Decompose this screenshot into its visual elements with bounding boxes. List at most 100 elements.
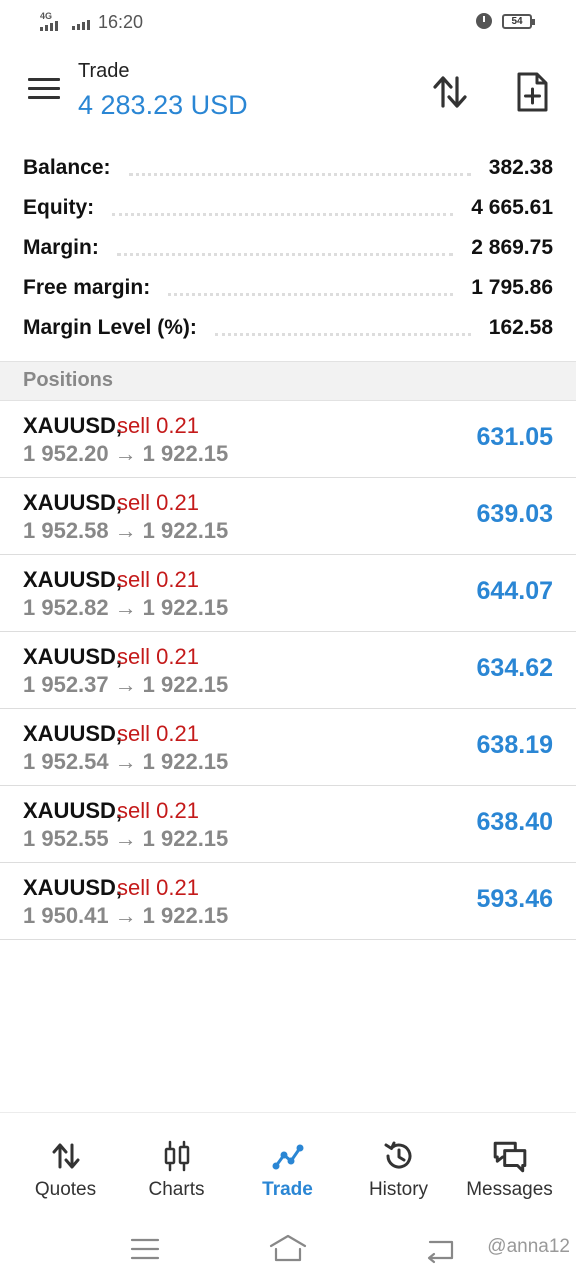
open-price: 1 952.82	[23, 595, 109, 620]
arrow-icon: →	[114, 749, 137, 774]
battery-icon: 54	[502, 13, 535, 29]
position-prices: 1 950.41 → 1 922.15	[23, 903, 228, 929]
history-icon	[384, 1141, 411, 1169]
position-symbol: XAUUSD,	[23, 798, 123, 823]
sort-icon[interactable]	[430, 72, 470, 112]
position-row[interactable]: XAUUSD, sell 0.21 1 952.82 → 1 922.15 644.…	[0, 555, 576, 632]
watermark: @anna12	[487, 1236, 570, 1257]
position-row[interactable]: XAUUSD, sell 0.21 1 952.54 → 1 922.15 638.…	[0, 709, 576, 786]
open-price: 1 952.58	[23, 518, 109, 543]
charts-icon	[164, 1140, 189, 1172]
summary-label: Free margin:	[23, 276, 151, 299]
nav-label: Messages	[466, 1179, 553, 1200]
nav-item-trade[interactable]: Trade	[230, 1113, 345, 1213]
menu-icon[interactable]	[28, 78, 60, 102]
position-row[interactable]: XAUUSD, sell 0.21 1 952.55 → 1 922.15 638.…	[0, 786, 576, 863]
open-price: 1 952.37	[23, 672, 109, 697]
position-symbol: XAUUSD,	[23, 644, 123, 669]
position-side: sell 0.21	[117, 413, 199, 438]
summary-row-balance: Balance: 382.38	[0, 148, 576, 188]
position-symbol: XAUUSD,	[23, 875, 123, 900]
position-row[interactable]: XAUUSD, sell 0.21 1 950.41 → 1 922.15 593.…	[0, 863, 576, 940]
summary-row-margin: Margin: 2 869.75	[0, 228, 576, 268]
position-row[interactable]: XAUUSD, sell 0.21 1 952.20 → 1 922.15 631.…	[0, 401, 576, 478]
trade-icon	[272, 1144, 303, 1170]
nav-item-history[interactable]: History	[341, 1113, 456, 1213]
position-side: sell 0.21	[117, 875, 199, 900]
position-profit: 638.19	[476, 731, 553, 759]
nav-item-quotes[interactable]: Quotes	[8, 1113, 123, 1213]
summary-value: 2 869.75	[471, 236, 553, 259]
positions-section-header: Positions	[0, 361, 576, 401]
position-profit: 638.40	[476, 808, 553, 836]
open-price: 1 952.20	[23, 441, 109, 466]
system-nav-bar: @anna12	[0, 1218, 576, 1280]
summary-label: Balance:	[23, 156, 111, 179]
summary-label: Equity:	[23, 196, 95, 219]
position-row[interactable]: XAUUSD, sell 0.21 1 952.58 → 1 922.15 639.…	[0, 478, 576, 555]
arrow-icon: →	[114, 595, 137, 620]
summary-value: 162.58	[488, 316, 553, 339]
current-price: 1 922.15	[142, 595, 229, 620]
arrow-icon: →	[114, 672, 137, 697]
summary-label: Margin Level (%):	[23, 316, 197, 339]
open-price: 1 952.54	[23, 749, 109, 774]
battery-level: 54	[511, 15, 523, 27]
status-bar: 4G 16:20 54	[0, 0, 576, 44]
cellular-signal-icon	[72, 16, 90, 30]
arrow-icon: →	[114, 903, 137, 928]
current-price: 1 922.15	[142, 826, 229, 851]
summary-label: Margin:	[23, 236, 99, 259]
position-profit: 631.05	[476, 423, 553, 451]
position-row[interactable]: XAUUSD, sell 0.21 1 952.37 → 1 922.15 634.…	[0, 632, 576, 709]
summary-row-margin-level: Margin Level (%): 162.58	[0, 308, 576, 348]
position-profit: 639.03	[476, 500, 553, 528]
nav-label: History	[368, 1179, 429, 1200]
current-price: 1 922.15	[142, 749, 229, 774]
position-side: sell 0.21	[117, 567, 199, 592]
arrow-icon: →	[114, 518, 137, 543]
dotted-leader	[214, 332, 471, 336]
nav-label: Quotes	[34, 1179, 97, 1200]
position-profit: 644.07	[476, 577, 553, 605]
account-amount: 4 283.23 USD	[78, 90, 248, 120]
dotted-leader	[116, 252, 454, 256]
position-side: sell 0.21	[117, 644, 199, 669]
home-icon[interactable]	[268, 1232, 308, 1266]
summary-row-equity: Equity: 4 665.61	[0, 188, 576, 228]
position-profit: 593.46	[476, 885, 553, 913]
position-side: sell 0.21	[117, 490, 199, 515]
current-price: 1 922.15	[142, 441, 229, 466]
position-prices: 1 952.55 → 1 922.15	[23, 826, 228, 852]
position-prices: 1 952.82 → 1 922.15	[23, 595, 228, 621]
account-summary: Balance: 382.38 Equity: 4 665.61 Margin:…	[0, 148, 576, 348]
quotes-icon	[52, 1143, 79, 1169]
nav-label: Charts	[148, 1179, 205, 1200]
cellular-4g-icon: 4G	[40, 11, 66, 31]
position-symbol: XAUUSD,	[23, 413, 123, 438]
position-symbol: XAUUSD,	[23, 490, 123, 515]
alarm-icon	[476, 13, 492, 29]
positions-header-label: Positions	[23, 369, 114, 391]
summary-value: 1 795.86	[471, 276, 553, 299]
back-icon[interactable]	[422, 1232, 462, 1266]
dotted-leader	[112, 212, 454, 216]
position-prices: 1 952.20 → 1 922.15	[23, 441, 228, 467]
position-side: sell 0.21	[117, 798, 199, 823]
summary-row-free-margin: Free margin: 1 795.86	[0, 268, 576, 308]
nav-item-messages[interactable]: Messages	[452, 1113, 567, 1213]
network-type-label: 4G	[40, 10, 53, 21]
position-prices: 1 952.54 → 1 922.15	[23, 749, 228, 775]
recent-apps-icon[interactable]	[125, 1232, 165, 1266]
open-price: 1 952.55	[23, 826, 109, 851]
messages-icon	[493, 1141, 526, 1173]
status-time: 16:20	[98, 12, 144, 32]
nav-item-charts[interactable]: Charts	[119, 1113, 234, 1213]
summary-value: 4 665.61	[471, 196, 553, 219]
current-price: 1 922.15	[142, 903, 229, 928]
new-order-icon[interactable]	[512, 70, 552, 114]
open-price: 1 950.41	[23, 903, 109, 928]
current-price: 1 922.15	[142, 672, 229, 697]
position-profit: 634.62	[476, 654, 553, 682]
summary-value: 382.38	[488, 156, 553, 179]
